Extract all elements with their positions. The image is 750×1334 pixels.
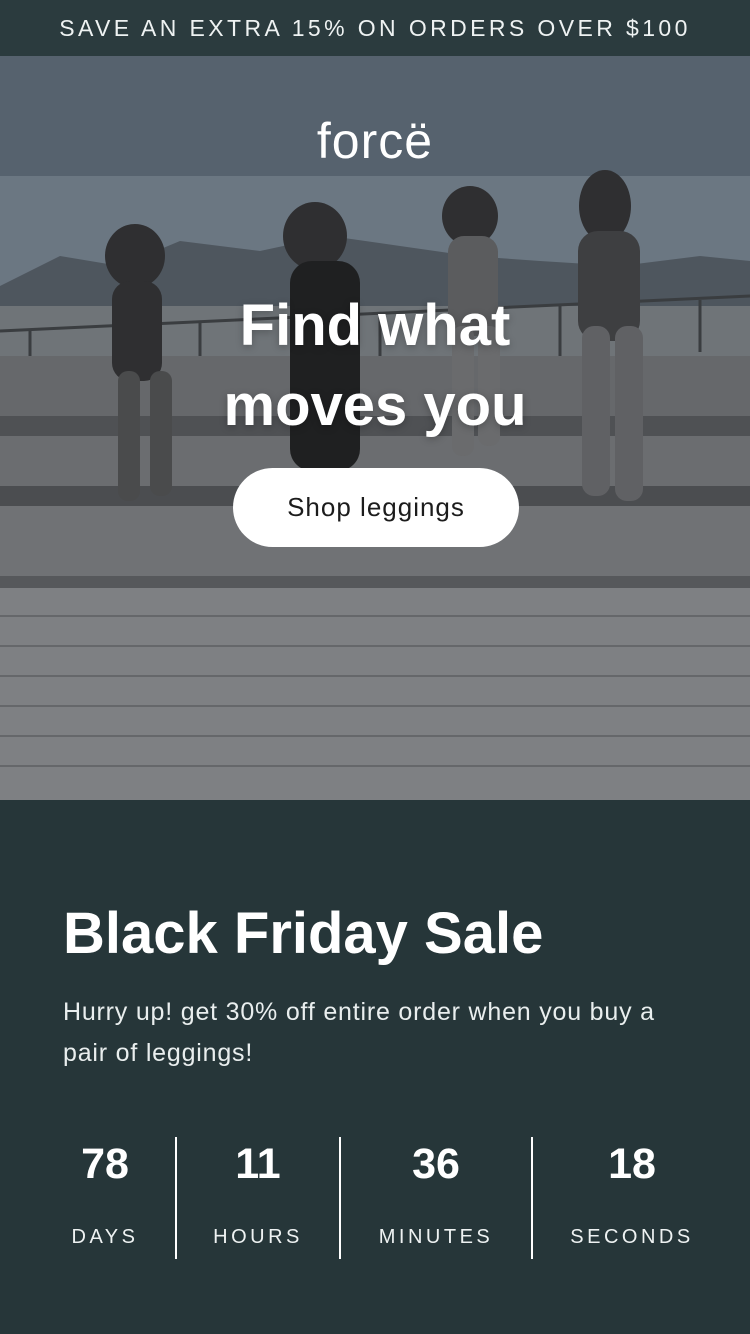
countdown-divider — [531, 1137, 533, 1259]
promo-text: SAVE AN EXTRA 15% ON ORDERS OVER $100 — [59, 14, 691, 41]
countdown-divider — [175, 1137, 177, 1259]
hero-banner[interactable]: forcë Find what moves you Shop leggings — [0, 56, 750, 800]
hero-headline: Find what moves you — [0, 286, 750, 446]
countdown-seconds: 18 SECONDS — [548, 1134, 716, 1264]
countdown-minutes: 36 MINUTES — [355, 1134, 517, 1264]
countdown-hours: 11 HOURS — [190, 1134, 326, 1264]
shop-leggings-button[interactable]: Shop leggings — [233, 468, 519, 547]
countdown-label: DAYS — [71, 1226, 139, 1248]
headline-line-1: Find what — [239, 293, 511, 358]
countdown-label: MINUTES — [378, 1226, 494, 1248]
brand-logo[interactable]: forcë — [0, 112, 750, 170]
sale-description: Hurry up! get 30% off entire order when … — [63, 998, 655, 1067]
countdown-timer: 78 DAYS 11 HOURS 36 MINUTES 18 SECONDS — [0, 1134, 750, 1264]
sale-title: Black Friday Sale — [63, 901, 544, 966]
countdown-value: 78 — [81, 1140, 129, 1188]
countdown-days: 78 DAYS — [40, 1134, 170, 1264]
promo-banner[interactable]: SAVE AN EXTRA 15% ON ORDERS OVER $100 — [0, 0, 750, 56]
countdown-divider — [339, 1137, 341, 1259]
countdown-label: SECONDS — [570, 1226, 694, 1248]
black-friday-section: Black Friday Sale Hurry up! get 30% off … — [0, 800, 750, 1334]
countdown-value: 11 — [235, 1140, 281, 1188]
countdown-label: HOURS — [213, 1226, 303, 1248]
countdown-value: 36 — [412, 1140, 460, 1188]
headline-line-2: moves you — [223, 373, 527, 438]
countdown-value: 18 — [608, 1140, 656, 1188]
